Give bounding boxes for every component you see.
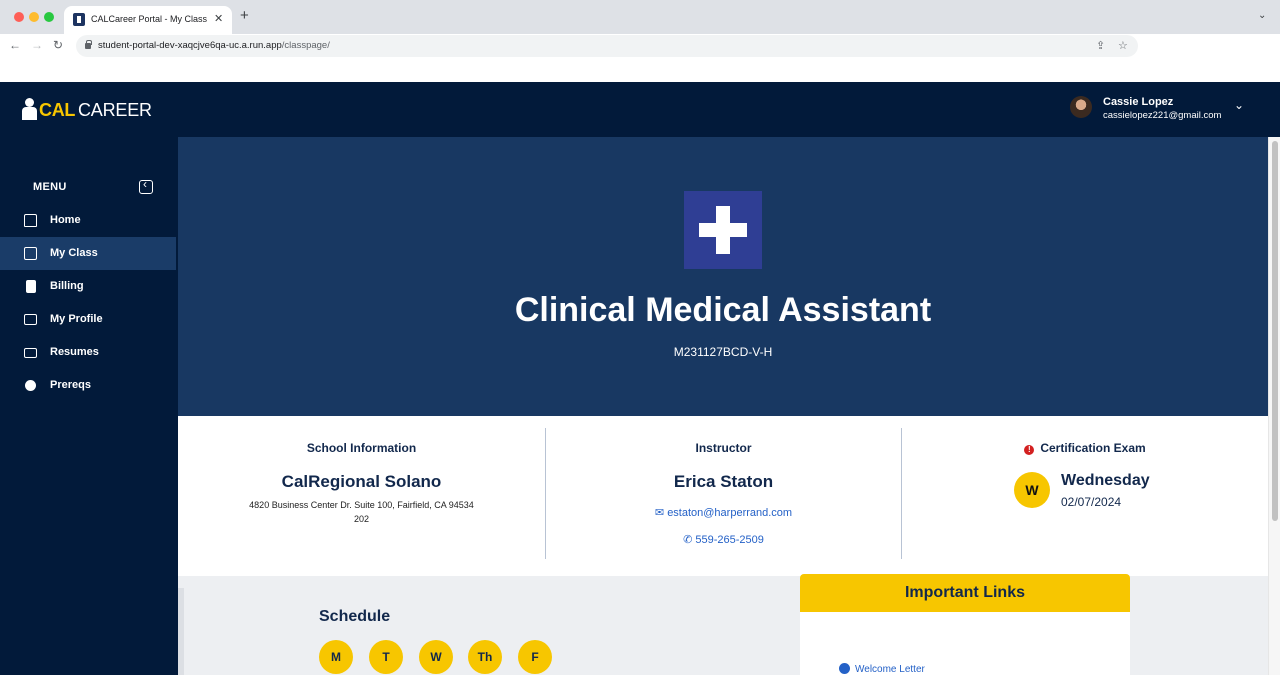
schedule-day-wednesday: W (419, 640, 453, 674)
scrollbar-thumb[interactable] (1272, 141, 1278, 521)
schedule-day-monday: M (319, 640, 353, 674)
browser-toolbar: ← → ↻ student-portal-dev-xaqcjve6qa-uc.a… (0, 34, 1280, 58)
menu-title: MENU (33, 181, 67, 193)
bookmark-star-icon[interactable]: ☆ (1118, 39, 1128, 52)
user-name: Cassie Lopez (1103, 96, 1174, 108)
collapse-sidebar-icon[interactable] (139, 177, 153, 194)
reload-button[interactable]: ↻ (53, 38, 63, 52)
logo-text-cal: CAL (39, 100, 76, 120)
check-circle-icon (25, 380, 36, 391)
sidebar-item-my-profile[interactable]: My Profile (0, 303, 176, 336)
tab-title: CALCareer Portal - My Class (91, 14, 208, 24)
instructor-name: Erica Staton (673, 472, 774, 491)
window-zoom-button[interactable] (44, 12, 54, 22)
chevron-down-icon[interactable]: ⌄ (1234, 98, 1244, 112)
schedule-day-thursday: Th (468, 640, 502, 674)
billing-icon (26, 280, 36, 293)
window-close-button[interactable] (14, 12, 24, 22)
instructor-panel: Instructor Erica Staton ✉ estaton@harper… (546, 416, 901, 576)
medical-cross-icon (684, 191, 762, 269)
school-name: CalRegional Solano (281, 472, 442, 491)
sidebar-item-label: Home (50, 214, 81, 226)
lock-icon[interactable] (85, 40, 92, 49)
schedule-day-tuesday: T (369, 640, 403, 674)
new-tab-button[interactable]: + (240, 8, 249, 23)
envelope-icon: ✉ (654, 507, 665, 519)
browser-tab[interactable]: CALCareer Portal - My Class ✕ (64, 6, 232, 34)
certification-exam-panel: ! Certification Exam W Wednesday 02/07/20… (902, 416, 1268, 576)
page-scrollbar[interactable] (1268, 137, 1280, 675)
page-title: Clinical Medical Assistant (514, 291, 932, 329)
instructor-phone-link[interactable]: ✆ 559-265-2509 (546, 533, 901, 546)
school-info-panel: School Information CalRegional Solano 48… (178, 416, 545, 576)
welcome-letter-link[interactable]: Welcome Letter (839, 663, 925, 675)
browser-tab-bar: CALCareer Portal - My Class ✕ + ⌄ (0, 0, 1280, 34)
phone-icon: ✆ (683, 534, 693, 546)
sidebar: MENU Home My Class Billing My Profile Re… (0, 137, 178, 675)
certification-exam-label: ! Certification Exam (902, 441, 1268, 455)
tab-close-icon[interactable]: ✕ (214, 12, 223, 25)
window-minimize-button[interactable] (29, 12, 39, 22)
important-links-title: Important Links (800, 574, 1130, 612)
sidebar-item-home[interactable]: Home (0, 204, 176, 237)
profile-icon (24, 314, 37, 325)
address-bar[interactable]: student-portal-dev-xaqcjve6qa-uc.a.run.a… (76, 35, 1138, 57)
share-icon[interactable]: ⇪ (1096, 39, 1105, 52)
graduate-icon (22, 98, 38, 120)
instructor-label: Instructor (695, 441, 752, 455)
sidebar-item-billing[interactable]: Billing (0, 270, 176, 303)
sidebar-item-label: Prereqs (50, 379, 91, 391)
url-text[interactable]: student-portal-dev-xaqcjve6qa-uc.a.run.a… (98, 40, 330, 51)
sidebar-item-label: Resumes (50, 346, 99, 358)
sidebar-item-my-class[interactable]: My Class (0, 237, 176, 270)
sidebar-item-label: Billing (50, 280, 84, 292)
sidebar-item-prereqs[interactable]: Prereqs (0, 369, 176, 402)
school-info-label: School Information (306, 441, 417, 455)
class-hero-banner: Clinical Medical Assistant M231127BCD-V-… (178, 137, 1268, 416)
sidebar-item-label: My Profile (50, 313, 103, 325)
user-email: cassielopez221@gmail.com (1103, 110, 1222, 121)
avatar[interactable] (1070, 96, 1092, 118)
class-icon (24, 247, 37, 260)
logo-text-career: CAREER (78, 100, 152, 120)
app-header: CAL CAREER Cassie Lopez cassielopez221@g… (0, 82, 1280, 137)
schedule-day-friday: F (518, 640, 552, 674)
class-info-row: School Information CalRegional Solano 48… (178, 416, 1268, 576)
sidebar-item-label: My Class (50, 247, 98, 259)
briefcase-icon (24, 348, 37, 358)
back-button[interactable]: ← (9, 38, 21, 52)
home-icon (24, 214, 37, 227)
class-code: M231127BCD-V-H (673, 345, 773, 359)
favicon-icon (73, 13, 85, 26)
schedule-title: Schedule (319, 608, 391, 625)
section-edge (178, 588, 184, 675)
exam-date: 02/07/2024 (1061, 495, 1122, 509)
alert-icon: ! (1024, 445, 1035, 455)
important-links-card: Important Links Welcome Letter (800, 574, 1130, 675)
sidebar-item-resumes[interactable]: Resumes (0, 336, 176, 369)
forward-button[interactable]: → (31, 38, 43, 52)
page-top-spacer (0, 58, 1280, 82)
school-address: 4820 Business Center Dr. Suite 100, Fair… (249, 500, 474, 524)
tab-search-icon[interactable]: ⌄ (1258, 10, 1266, 21)
instructor-email-link[interactable]: ✉ estaton@harperrand.com (546, 506, 901, 519)
exam-day: Wednesday (1061, 472, 1150, 489)
link-icon (839, 663, 850, 674)
exam-day-badge: W (1014, 472, 1050, 508)
